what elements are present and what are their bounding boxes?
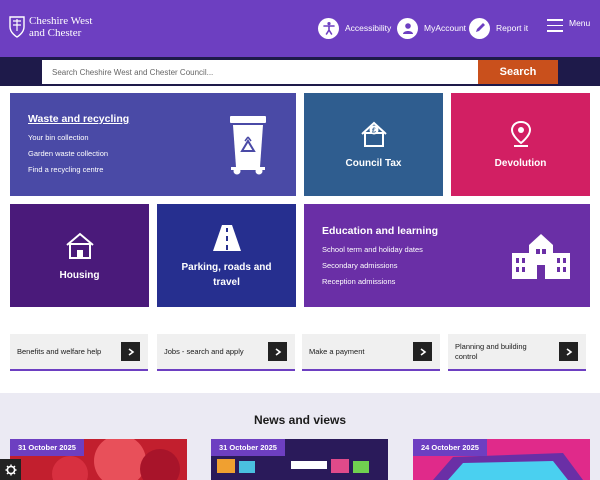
education-link-secondary[interactable]: Secondary admissions — [322, 261, 423, 270]
map-pin-icon — [510, 120, 531, 147]
site-header: Cheshire West and Chester Accessibility … — [0, 0, 600, 57]
pencil-icon — [469, 17, 490, 39]
accessibility-label: Accessibility — [345, 23, 392, 33]
report-it-label: Report it — [496, 23, 529, 33]
menu-button[interactable]: Menu — [547, 18, 590, 36]
house-icon — [65, 232, 94, 259]
crest-icon — [9, 16, 25, 38]
report-it-button[interactable]: Report it — [469, 16, 528, 40]
search-input[interactable] — [42, 60, 478, 84]
quick-link-payment[interactable]: Make a payment — [302, 334, 440, 371]
education-link-reception[interactable]: Reception admissions — [322, 277, 423, 286]
council-tax-title: Council Tax — [345, 158, 402, 169]
chevron-right-icon — [413, 342, 432, 361]
logo-line-1: Cheshire West — [29, 15, 93, 27]
quick-link-label: Make a payment — [309, 346, 365, 356]
search-button[interactable]: Search — [478, 60, 558, 84]
gear-icon — [5, 464, 16, 475]
news-card[interactable]: 31 October 2025 — [211, 439, 388, 480]
quick-link-label: Benefits and welfare help — [17, 346, 102, 356]
tile-council-tax[interactable]: £ Council Tax — [304, 93, 443, 196]
waste-link-garden-waste[interactable]: Garden waste collection — [28, 149, 108, 158]
accessibility-icon — [318, 17, 339, 39]
cookie-settings-button[interactable] — [0, 459, 21, 480]
my-account-label: MyAccount — [424, 23, 467, 33]
devolution-title: Devolution — [494, 158, 547, 169]
waste-title-link[interactable]: Waste and recycling — [28, 113, 129, 125]
tile-education-and-learning: Education and learning School term and h… — [304, 204, 590, 307]
svg-text:£: £ — [372, 128, 376, 135]
quick-link-benefits[interactable]: Benefits and welfare help — [10, 334, 148, 371]
news-date: 31 October 2025 — [10, 439, 84, 456]
news-title: News and views — [253, 413, 347, 427]
education-title[interactable]: Education and learning — [322, 225, 438, 237]
education-link-term-dates[interactable]: School term and holiday dates — [322, 245, 423, 254]
news-date: 31 October 2025 — [211, 439, 285, 456]
waste-link-recycling-centre[interactable]: Find a recycling centre — [28, 165, 108, 174]
school-building-icon — [512, 234, 570, 279]
tile-parking-roads-travel[interactable]: Parking, roads and travel — [157, 204, 296, 307]
hamburger-icon — [547, 19, 563, 36]
waste-link-bin-collection[interactable]: Your bin collection — [28, 133, 108, 142]
housing-title: Housing — [59, 270, 100, 281]
quick-link-planning[interactable]: Planning and building control — [448, 334, 586, 371]
chevron-right-icon — [559, 342, 578, 361]
chevron-right-icon — [268, 342, 287, 361]
news-card[interactable]: 24 October 2025 — [413, 439, 590, 480]
accessibility-button[interactable]: Accessibility — [318, 16, 391, 40]
road-icon — [212, 225, 241, 251]
tile-devolution[interactable]: Devolution — [451, 93, 590, 196]
quick-link-label-line-2: control — [455, 351, 478, 361]
quick-link-jobs[interactable]: Jobs - search and apply — [157, 334, 295, 371]
council-logo[interactable]: Cheshire West and Chester — [9, 15, 92, 39]
menu-label: Menu — [569, 18, 591, 28]
quick-link-label: Jobs - search and apply — [164, 346, 244, 356]
wheelie-bin-icon — [230, 116, 266, 175]
user-icon — [397, 17, 418, 39]
chevron-right-icon — [121, 342, 140, 361]
parking-title-line-1: Parking, roads and — [181, 262, 272, 273]
my-account-button[interactable]: MyAccount — [397, 16, 466, 40]
tile-housing[interactable]: Housing — [10, 204, 149, 307]
quick-link-label: Planning and building — [455, 341, 527, 351]
house-pound-icon: £ — [360, 121, 387, 147]
logo-line-2: and Chester — [29, 27, 82, 39]
news-date: 24 October 2025 — [413, 439, 487, 456]
news-card[interactable]: 31 October 2025 — [10, 439, 187, 480]
parking-title-line-2: travel — [213, 277, 240, 288]
tile-waste-and-recycling: Waste and recycling Your bin collection … — [10, 93, 296, 196]
